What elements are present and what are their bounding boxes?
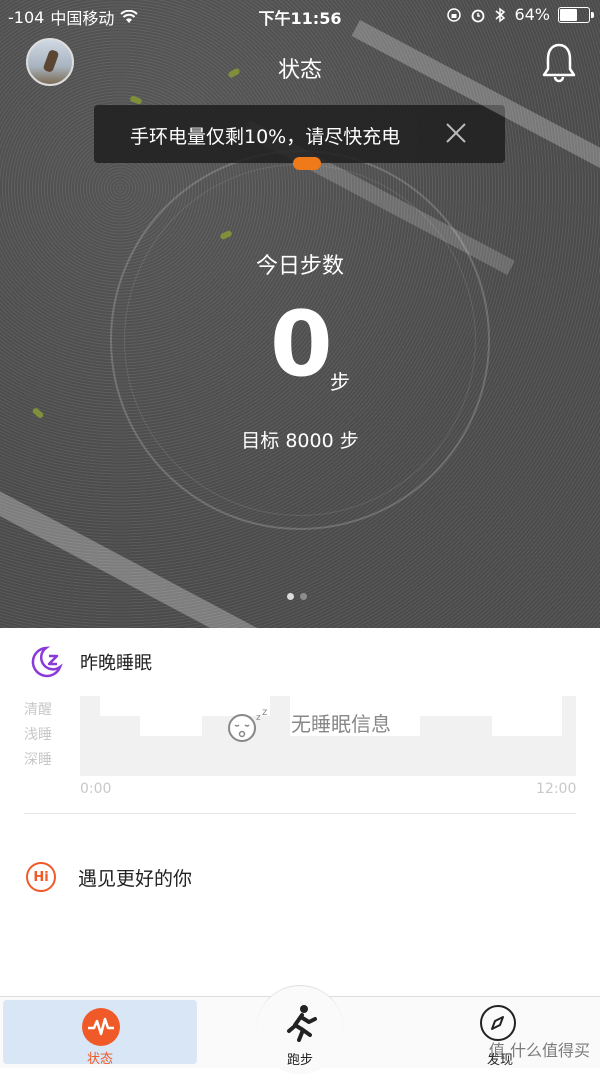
hi-icon: Hi [26,862,56,892]
hi-card[interactable]: Hi 遇见更好的你 [26,862,192,892]
bluetooth-icon [495,7,506,22]
steps-goal: 目标 8000 步 [241,430,359,452]
sleep-card-header[interactable]: 昨晚睡眠 [26,645,152,679]
bell-icon[interactable] [540,42,578,84]
watermark: 值 什么值得买 [488,1041,590,1060]
sleep-end-time: 12:00 [536,781,577,797]
hi-text: 遇见更好的你 [78,867,193,890]
no-sleep-message: 无睡眠信息 [291,712,391,736]
steps-value: 0 [270,292,333,397]
page-indicator [287,593,307,600]
battery-percent: 64% [514,5,550,24]
page-title: 状态 [277,58,322,83]
toast-message: 手环电量仅剩10%，请尽快充电 [130,126,401,148]
divider [24,813,576,814]
moon-icon [31,646,63,678]
sleep-start-time: 0:00 [80,781,112,797]
status-bar: -104 中国移动 下午11:56 64% [0,0,600,30]
low-battery-toast: 手环电量仅剩10%，请尽快充电 [94,105,505,163]
level-deep: 深睡 [24,752,52,768]
close-icon[interactable] [442,119,470,147]
steps-label: 今日步数 [255,254,344,279]
steps-unit: 步 [330,370,350,394]
compass-icon [480,1005,516,1041]
orientation-lock-icon [447,7,462,22]
sleep-title: 昨晚睡眠 [80,653,152,674]
sync-indicator [293,157,321,170]
battery-icon [558,6,594,23]
hero-background: -104 中国移动 下午11:56 64% 状态 手环电量仅剩10%，请尽快充电… [0,0,600,628]
alarm-icon [472,9,485,22]
